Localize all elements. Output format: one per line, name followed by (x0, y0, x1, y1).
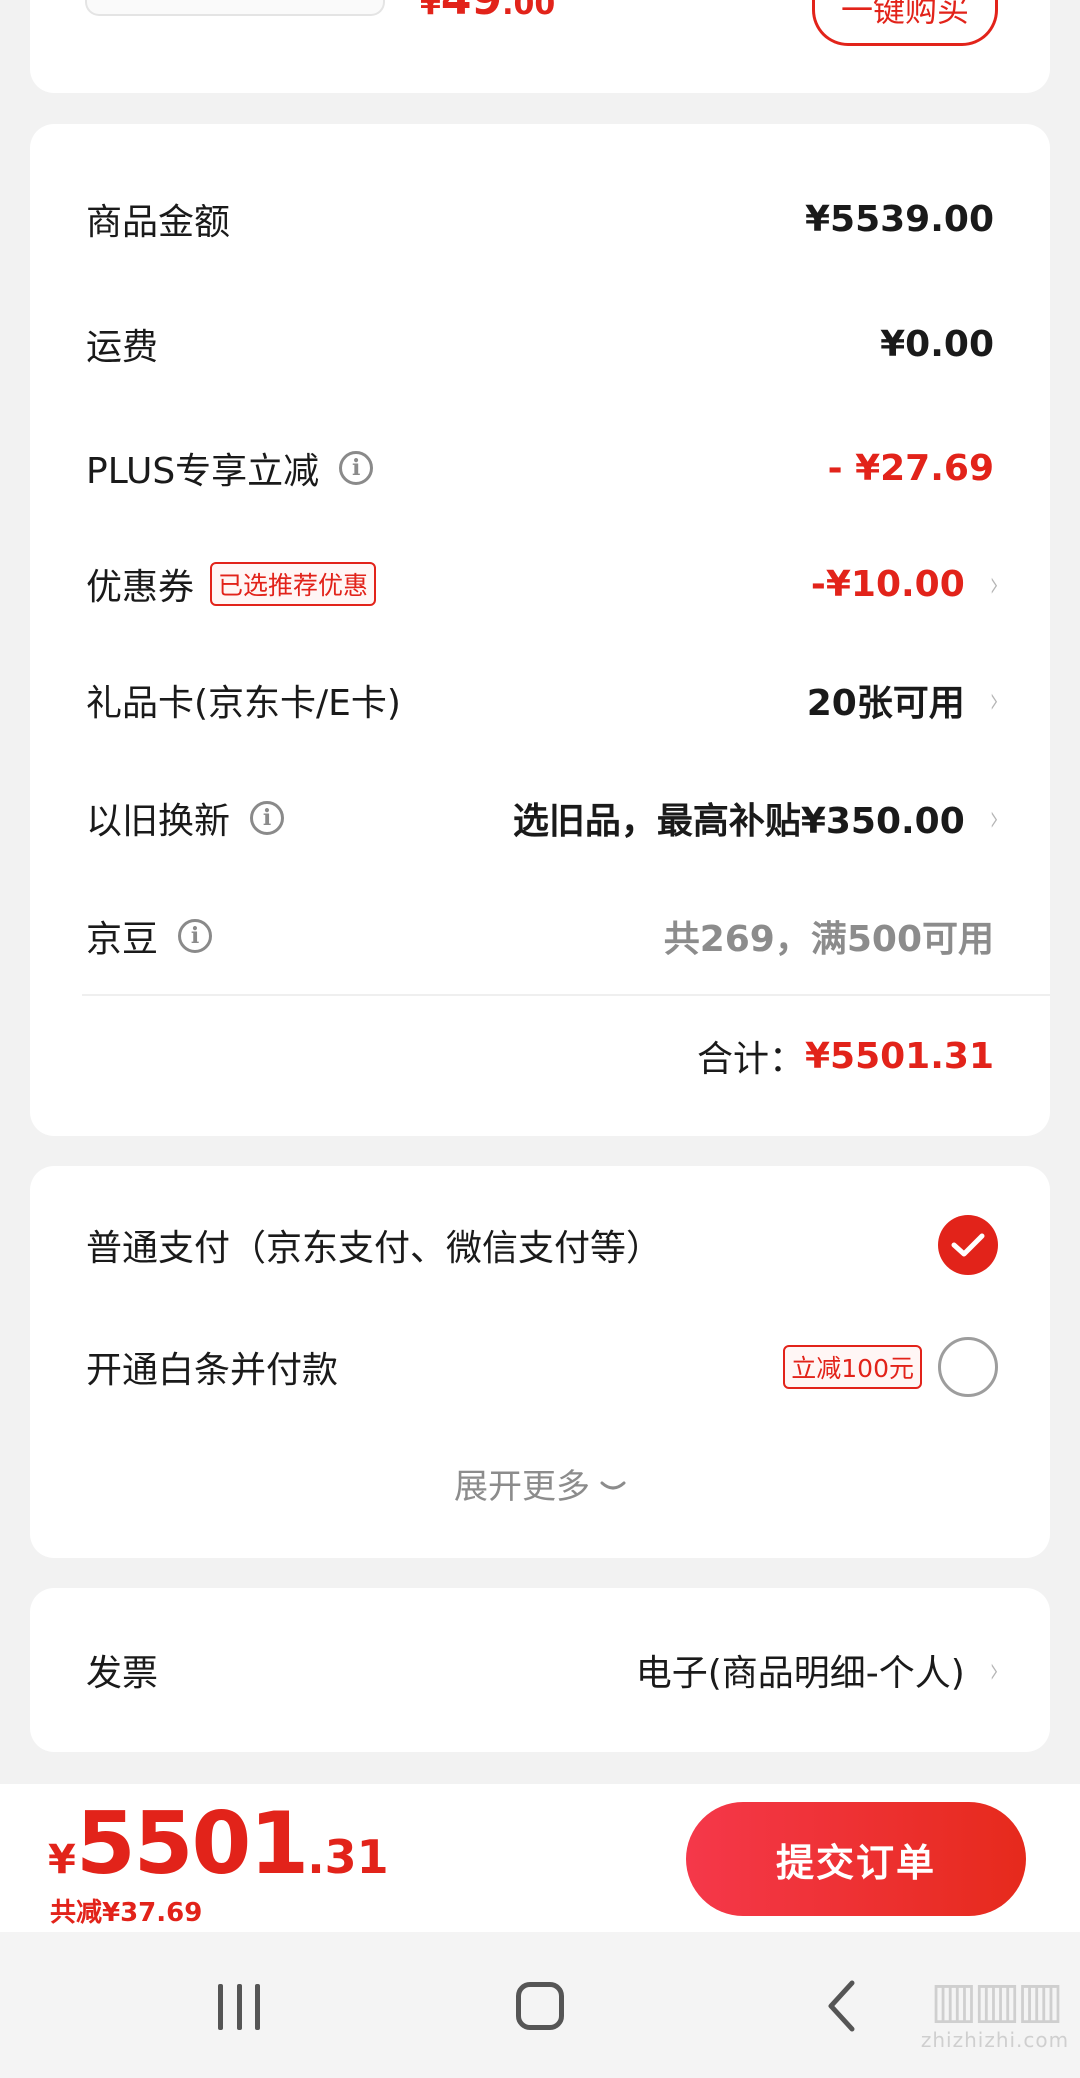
info-icon[interactable]: i (250, 801, 285, 835)
recent-apps-icon[interactable] (218, 1984, 260, 2030)
plus-discount-label: PLUS专享立减 (86, 451, 320, 492)
checked-icon[interactable] (938, 1215, 998, 1275)
total-discount: 共减¥37.69 (50, 1898, 203, 1928)
product-price: ¥49.00 (420, 0, 556, 22)
payment-card: 普通支付（京东支付、微信支付等） 开通白条并付款 立减100元 展开更多 (30, 1166, 1050, 1558)
shipping-value: ¥0.00 (880, 323, 994, 365)
home-icon[interactable] (516, 1982, 564, 2030)
row-shipping: 运费 ¥0.00 (86, 314, 994, 374)
info-icon[interactable]: i (339, 451, 374, 485)
goods-amount-value: ¥5539.00 (804, 198, 994, 240)
checkout-bar: ¥ 5501 .31 共减¥37.69 提交订单 (0, 1784, 1080, 1932)
submit-order-button[interactable]: 提交订单 (686, 1802, 1026, 1916)
row-plus-discount: PLUS专享立减 i - ¥27.69 (86, 438, 994, 498)
divider (82, 994, 1050, 996)
gift-card-label: 礼品卡(京东卡/E卡) (86, 683, 401, 724)
payment-option-baitiao-label: 开通白条并付款 (86, 1350, 339, 1391)
watermark: ▥▥▥ zhizhizhi.com (920, 1971, 1070, 2052)
plus-discount-value: - ¥27.69 (827, 447, 994, 489)
order-summary-card: 商品金额 ¥5539.00 运费 ¥0.00 PLUS专享立减 i - ¥27.… (30, 124, 1050, 1136)
chevron-down-icon (600, 1463, 626, 1503)
product-card: ¥49.00 一键购买 (30, 0, 1050, 93)
product-thumbnail[interactable] (85, 0, 385, 16)
goods-amount-label: 商品金额 (86, 202, 231, 243)
shipping-label: 运费 (86, 327, 159, 368)
trade-in-value: 选旧品，最高补贴¥350.00 (512, 801, 965, 842)
jingdou-value: 共269，满500可用 (663, 919, 994, 960)
row-coupon[interactable]: 优惠券 已选推荐优惠 -¥10.00 › (86, 554, 1002, 614)
gift-card-value: 20张可用 (806, 683, 965, 724)
one-click-buy-button[interactable]: 一键购买 (812, 0, 998, 46)
total-label: 合计： (696, 1039, 805, 1080)
coupon-label: 优惠券 (86, 567, 195, 608)
row-trade-in[interactable]: 以旧换新 i 选旧品，最高补贴¥350.00 › (86, 788, 1002, 848)
chevron-right-icon: › (989, 796, 999, 840)
system-nav-bar: ▥▥▥ zhizhizhi.com (0, 1932, 1080, 2078)
back-icon[interactable] (826, 1980, 856, 2036)
expand-more-label: 展开更多 (454, 1466, 590, 1507)
baitiao-tag: 立减100元 (783, 1345, 922, 1389)
radio-unchecked-icon[interactable] (938, 1337, 998, 1397)
row-invoice[interactable]: 发票 电子(商品明细-个人) › (86, 1640, 1002, 1700)
coupon-value: -¥10.00 (810, 563, 965, 605)
row-gift-card[interactable]: 礼品卡(京东卡/E卡) 20张可用 › (86, 670, 1002, 730)
jingdou-label: 京豆 (86, 919, 159, 960)
invoice-label: 发票 (86, 1653, 159, 1694)
row-total: 合计： ¥5501.31 (86, 1026, 994, 1086)
payment-option-baitiao[interactable]: 开通白条并付款 立减100元 (86, 1332, 998, 1402)
watermark-logo-icon: ▥▥▥ (930, 1971, 1064, 2029)
chevron-right-icon: › (989, 678, 999, 722)
invoice-value: 电子(商品明细-个人) (635, 1653, 965, 1694)
payable-amount: ¥ 5501 .31 (48, 1794, 389, 1894)
chevron-right-icon: › (989, 562, 999, 606)
payment-option-normal-label: 普通支付（京东支付、微信支付等） (86, 1228, 663, 1269)
total-value: ¥5501.31 (804, 1035, 994, 1077)
payment-option-normal[interactable]: 普通支付（京东支付、微信支付等） (86, 1210, 998, 1280)
row-goods-amount: 商品金额 ¥5539.00 (86, 189, 994, 249)
trade-in-label: 以旧换新 (86, 801, 231, 842)
invoice-card[interactable]: 发票 电子(商品明细-个人) › (30, 1588, 1050, 1752)
info-icon[interactable]: i (178, 919, 213, 953)
expand-more-button[interactable]: 展开更多 (30, 1456, 1050, 1510)
chevron-right-icon: › (989, 1648, 999, 1692)
coupon-tag: 已选推荐优惠 (210, 562, 377, 606)
row-jingdou: 京豆 i 共269，满500可用 (86, 906, 994, 966)
